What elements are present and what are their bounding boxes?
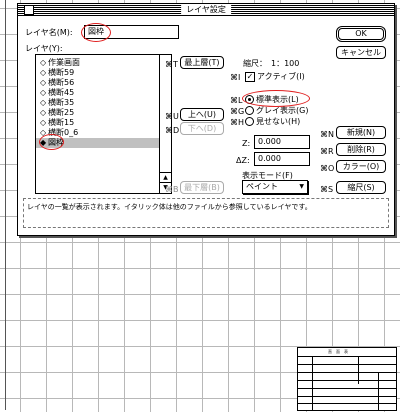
shortcut-active: ⌘I (230, 73, 241, 82)
help-message: レイヤの一覧が表示されます。イタリック体は他のファイルから参照しているレイヤです… (23, 198, 389, 228)
diamond-icon: ◇ (40, 78, 47, 87)
title-block-header: 直 面 表 (328, 349, 348, 354)
move-bottom-button[interactable]: 最下層(B) (180, 181, 224, 194)
annotation-circle (81, 23, 111, 42)
display-mode-value: ペイント (246, 182, 278, 191)
scale-button[interactable]: 縮尺(S) (336, 181, 386, 194)
shortcut-new: ⌘N (320, 130, 334, 139)
layer-name: 作業画面 (48, 58, 80, 67)
layer-name: 横断15 (48, 118, 75, 127)
drawing-title-block: 直 面 表 (297, 347, 397, 411)
shortcut-delete: ⌘R (320, 147, 334, 156)
shortcut-bottom: ⌘B (165, 185, 179, 194)
z-label: Z: (242, 139, 251, 148)
dz-field[interactable]: 0.000 (254, 152, 310, 166)
shortcut-color: ⌘O (320, 164, 335, 173)
layer-name: 横断45 (48, 88, 75, 97)
shortcut-standard: ⌘L (230, 96, 243, 105)
move-down-button[interactable]: 下へ(D) (180, 122, 224, 135)
hidden-radio[interactable]: 見せない(H) (245, 116, 300, 127)
diamond-icon: ◇ (40, 88, 47, 97)
layer-list-item[interactable]: ◇ 横断25 (36, 108, 159, 118)
gray-display-radio[interactable]: グレイ表示(G) (245, 105, 308, 116)
layer-list-item[interactable]: ◇ 横断35 (36, 98, 159, 108)
display-mode-select[interactable]: ペイント ▼ (242, 180, 308, 194)
ok-button[interactable]: OK (336, 26, 386, 42)
cancel-button[interactable]: キャンセル (336, 46, 386, 59)
checkmark-icon: ✓ (245, 71, 255, 82)
layer-list-scrollbar[interactable]: ▲ ▼ (159, 55, 171, 193)
color-button[interactable]: カラー(O) (336, 160, 386, 173)
move-up-button[interactable]: 上へ(U) (180, 108, 224, 121)
radio-icon (245, 106, 254, 115)
delete-layer-button[interactable]: 削除(R) (336, 143, 386, 156)
shortcut-hidden: ⌘H (230, 118, 245, 127)
close-box-icon[interactable] (24, 5, 34, 15)
layer-name: 横断25 (48, 108, 75, 117)
shortcut-gray: ⌘G (230, 107, 245, 116)
layer-list-item[interactable]: ◇ 横断45 (36, 88, 159, 98)
hidden-label: 見せない(H) (256, 117, 301, 126)
dialog-title: レイヤ設定 (181, 4, 231, 15)
dropdown-arrow-icon: ▼ (299, 183, 304, 190)
shortcut-down: ⌘D (165, 126, 180, 135)
shortcut-up: ⌘U (165, 112, 179, 121)
dz-label: ΔZ: (236, 156, 250, 165)
diamond-icon: ◇ (40, 98, 47, 107)
new-layer-button[interactable]: 新規(N) (336, 126, 386, 139)
active-checkbox[interactable]: ✓ アクティブ(I) (245, 71, 305, 82)
scale-value: 1：100 (271, 59, 300, 68)
z-field[interactable]: 0.000 (254, 135, 310, 149)
shortcut-top: ⌘T (165, 60, 178, 69)
dialog-titlebar[interactable]: レイヤ設定 (18, 4, 394, 16)
move-top-button[interactable]: 最上層(T) (180, 56, 224, 69)
layer-name: 横断56 (48, 78, 75, 87)
layer-list-item[interactable]: ◇ 横断59 (36, 68, 159, 78)
layer-list-label: レイヤ(Y): (25, 44, 63, 53)
layer-name: 横断35 (48, 98, 75, 107)
diamond-icon: ◇ (40, 58, 47, 67)
gray-display-label: グレイ表示(G) (256, 106, 309, 115)
scale-label: 縮尺： (243, 59, 267, 68)
diamond-icon: ◇ (40, 118, 47, 127)
radio-icon (245, 117, 254, 126)
layer-list-item[interactable]: ◇ 横断15 (36, 118, 159, 128)
active-label: アクティブ(I) (257, 72, 305, 81)
layer-list-item[interactable]: ◇ 作業画面 (36, 58, 159, 68)
layer-name: 横断59 (48, 68, 75, 77)
layer-list[interactable]: ◇ 作業画面 ◇ 横断59 ◇ 横断56 ◇ 横断45 ◇ 横断35 ◇ 横断25 ◇ 横断15 ◇ 横断0_… (35, 54, 172, 194)
layer-settings-dialog: レイヤ設定 レイヤ名(M): 図枠 レイヤ(Y): ◇ 作業画面 ◇ 横断59 ◇ 横断5… (17, 3, 395, 236)
diamond-icon: ◇ (40, 108, 47, 117)
annotation-circle (39, 134, 64, 150)
shortcut-scale: ⌘S (320, 185, 334, 194)
diamond-icon: ◇ (40, 68, 47, 77)
layer-name-label: レイヤ名(M): (25, 28, 73, 37)
layer-list-item[interactable]: ◇ 横断56 (36, 78, 159, 88)
